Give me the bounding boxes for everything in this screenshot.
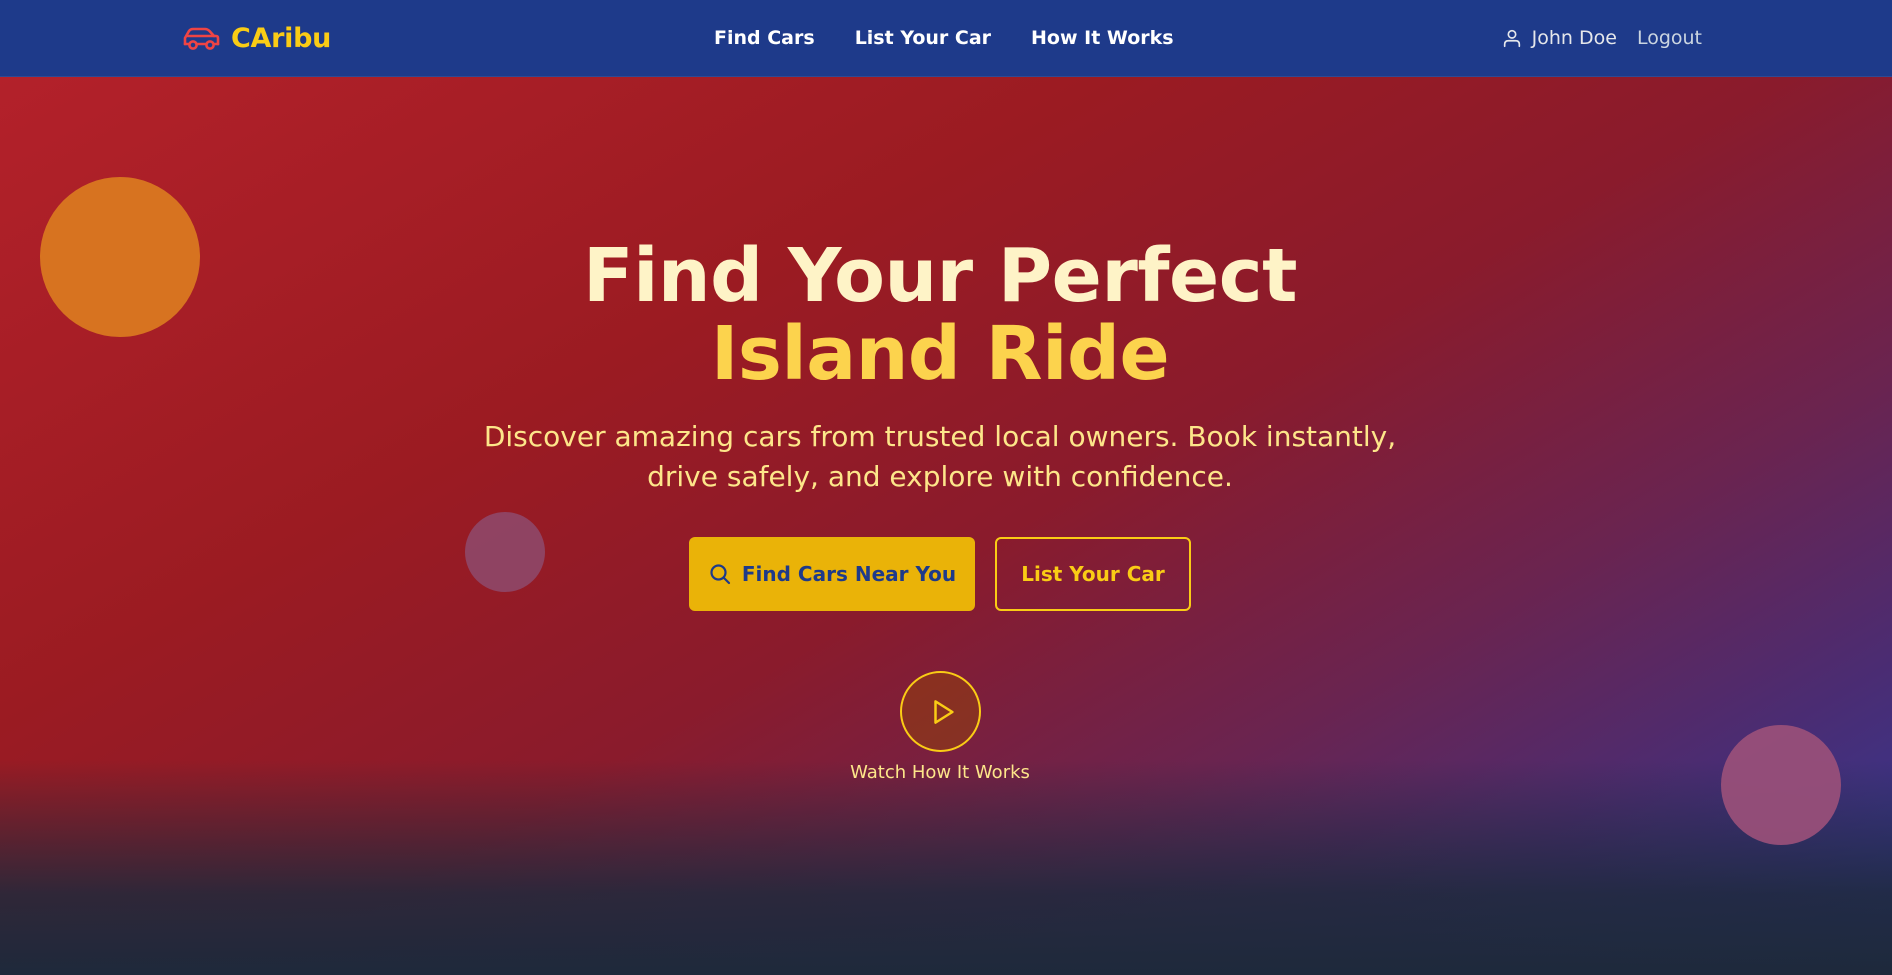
nav-how-it-works[interactable]: How It Works	[1031, 27, 1174, 49]
nav-list-your-car[interactable]: List Your Car	[855, 27, 991, 49]
nav-find-cars[interactable]: Find Cars	[714, 27, 815, 49]
hero-subtitle: Discover amazing cars from trusted local…	[483, 420, 1397, 493]
search-icon	[710, 564, 730, 585]
hero-title-line1: Find Your Perfect	[583, 233, 1297, 319]
decorative-orb-pink	[1721, 725, 1841, 845]
list-your-car-button[interactable]: List Your Car	[995, 537, 1191, 611]
hero-title-line2: Island Ride	[710, 311, 1170, 397]
watch-how-it-works-link[interactable]: Watch How It Works	[790, 762, 1090, 783]
brand-logo[interactable]: CAribu	[181, 20, 331, 56]
user-icon	[1503, 29, 1520, 48]
user-name: John Doe	[1531, 27, 1617, 49]
hero-cta-group: Find Cars Near You List Your Car	[689, 537, 1191, 611]
main-nav: Find Cars List Your Car How It Works	[714, 22, 1174, 54]
user-menu: John Doe Logout	[1501, 22, 1702, 54]
find-cars-near-you-button[interactable]: Find Cars Near You	[689, 537, 975, 611]
logout-link[interactable]: Logout	[1637, 27, 1702, 49]
play-icon	[933, 699, 954, 724]
navbar: CAribu Find Cars List Your Car How It Wo…	[0, 0, 1892, 77]
hero-section: Find Your Perfect Island Ride Discover a…	[0, 77, 1892, 975]
hero-title: Find Your Perfect Island Ride	[0, 237, 1880, 393]
play-video-button[interactable]	[900, 671, 981, 752]
find-cars-near-you-label: Find Cars Near You	[741, 562, 957, 586]
decorative-orb-purple	[465, 512, 545, 592]
user-profile[interactable]: John Doe	[1501, 27, 1617, 49]
car-icon	[183, 27, 220, 50]
landing-page: CAribu Find Cars List Your Car How It Wo…	[0, 0, 1892, 975]
brand-name: CAribu	[231, 22, 332, 54]
list-your-car-label: List Your Car	[1021, 562, 1165, 586]
